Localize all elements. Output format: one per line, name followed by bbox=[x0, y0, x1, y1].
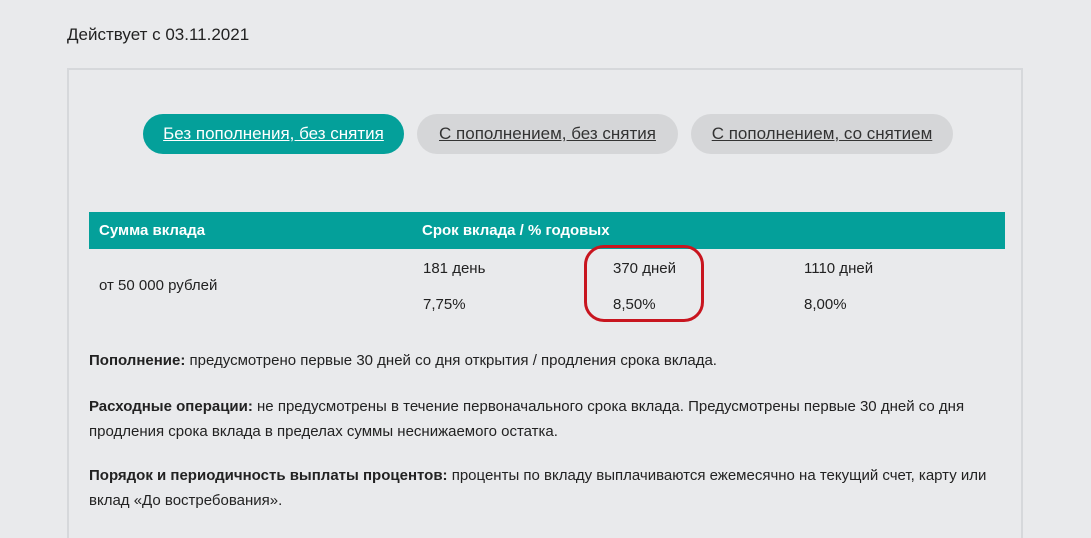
effective-date: Действует с 03.11.2021 bbox=[67, 25, 250, 44]
tab-topup-no-withdrawal[interactable]: С пополнением, без снятия bbox=[417, 114, 678, 154]
column-header-amount: Сумма вклада bbox=[99, 222, 206, 239]
condition-topup: Пополнение: предусмотрено первые 30 дней… bbox=[89, 348, 989, 373]
rates-table-header: Сумма вклада Срок вклада / % годовых bbox=[89, 212, 1005, 249]
deposit-type-tabs: Без пополнения, без снятия С пополнением… bbox=[69, 114, 1021, 154]
tab-topup-with-withdrawal[interactable]: С пополнением, со снятием bbox=[691, 114, 953, 154]
term-181-rate: 7,75% bbox=[423, 296, 466, 313]
deposit-card: Без пополнения, без снятия С пополнением… bbox=[67, 68, 1023, 538]
tab-no-topup-no-withdrawal[interactable]: Без пополнения, без снятия bbox=[143, 114, 404, 154]
term-181-label: 181 день bbox=[423, 260, 486, 277]
condition-title: Порядок и периодичность выплаты проценто… bbox=[89, 467, 448, 484]
term-1110-rate: 8,00% bbox=[804, 296, 847, 313]
condition-interest-payout: Порядок и периодичность выплаты проценто… bbox=[89, 463, 989, 513]
condition-title: Расходные операции: bbox=[89, 398, 253, 415]
term-1110-label: 1110 дней bbox=[804, 260, 874, 277]
column-header-term: Срок вклада / % годовых bbox=[422, 222, 610, 239]
highlight-circle bbox=[584, 245, 704, 322]
deposit-amount: от 50 000 рублей bbox=[99, 277, 218, 294]
condition-withdrawals: Расходные операции: не предусмотрены в т… bbox=[89, 394, 989, 444]
condition-title: Пополнение: bbox=[89, 352, 186, 369]
condition-text: предусмотрено первые 30 дней со дня откр… bbox=[185, 352, 717, 369]
